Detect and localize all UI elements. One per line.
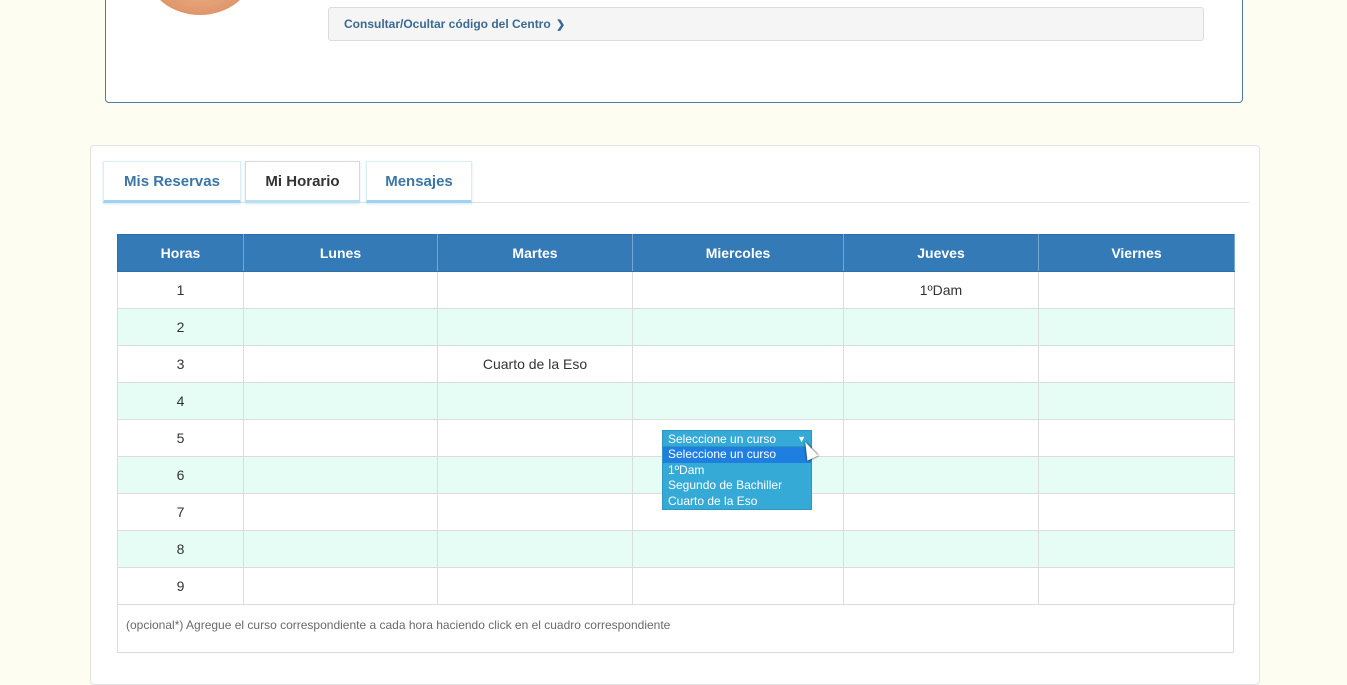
schedule-cell-martes[interactable] <box>437 271 633 309</box>
tab-mi-horario[interactable]: Mi Horario <box>245 161 360 203</box>
table-header-row: Horas Lunes Martes Miercoles Jueves Vier… <box>117 234 1235 272</box>
schedule-cell-lunes[interactable] <box>243 382 438 420</box>
schedule-cell-jueves[interactable] <box>843 456 1039 494</box>
schedule-help-note: (opcional*) Agregue el curso correspondi… <box>117 605 1234 653</box>
column-header-horas: Horas <box>117 234 244 272</box>
table-row: 1 1ºDam <box>117 271 1235 309</box>
table-row: 2 <box>117 308 1235 346</box>
tab-mis-reservas[interactable]: Mis Reservas <box>103 161 241 203</box>
schedule-cell-martes[interactable] <box>437 493 633 531</box>
schedule-cell-lunes[interactable] <box>243 456 438 494</box>
schedule-cell-jueves[interactable] <box>843 382 1039 420</box>
tab-mensajes[interactable]: Mensajes <box>366 161 472 203</box>
table-row: 3 Cuarto de la Eso <box>117 345 1235 383</box>
hour-cell: 5 <box>117 419 244 457</box>
table-row: 9 <box>117 567 1235 605</box>
toggle-center-code-link[interactable]: Consultar/Ocultar código del Centro ❯ <box>344 17 565 31</box>
column-header-viernes: Viernes <box>1038 234 1235 272</box>
schedule-cell-martes[interactable] <box>437 382 633 420</box>
schedule-cell-miercoles[interactable] <box>632 567 844 605</box>
column-header-jueves: Jueves <box>843 234 1039 272</box>
schedule-cell-miercoles[interactable] <box>632 345 844 383</box>
schedule-cell-viernes[interactable] <box>1038 530 1235 568</box>
schedule-cell-viernes[interactable] <box>1038 382 1235 420</box>
hour-cell: 4 <box>117 382 244 420</box>
schedule-cell-jueves[interactable] <box>843 308 1039 346</box>
schedule-cell-lunes[interactable] <box>243 271 438 309</box>
hour-cell: 9 <box>117 567 244 605</box>
schedule-cell-jueves[interactable] <box>843 567 1039 605</box>
schedule-table: Horas Lunes Martes Miercoles Jueves Vier… <box>117 234 1235 605</box>
course-options-list: Seleccione un curso 1ºDam Segundo de Bac… <box>662 447 812 510</box>
chevron-right-icon: ❯ <box>556 19 566 31</box>
hour-cell: 6 <box>117 456 244 494</box>
center-code-bar: Consultar/Ocultar código del Centro ❯ <box>328 7 1204 41</box>
schedule-cell-jueves[interactable] <box>843 345 1039 383</box>
course-select-current[interactable]: Seleccione un curso ▼ <box>662 430 812 447</box>
profile-panel: Consultar/Ocultar código del Centro ❯ <box>105 0 1243 103</box>
schedule-cell-viernes[interactable] <box>1038 308 1235 346</box>
schedule-cell-viernes[interactable] <box>1038 493 1235 531</box>
schedule-cell-martes[interactable] <box>437 530 633 568</box>
schedule-cell-miercoles[interactable] <box>632 308 844 346</box>
course-option[interactable]: Seleccione un curso <box>663 447 811 463</box>
schedule-cell-lunes[interactable] <box>243 308 438 346</box>
schedule-cell-jueves[interactable] <box>843 530 1039 568</box>
schedule-cell-lunes[interactable] <box>243 419 438 457</box>
column-header-miercoles: Miercoles <box>632 234 844 272</box>
course-select[interactable]: Seleccione un curso ▼ Seleccione un curs… <box>662 430 812 510</box>
schedule-cell-jueves[interactable] <box>843 493 1039 531</box>
hour-cell: 3 <box>117 345 244 383</box>
column-header-lunes: Lunes <box>243 234 438 272</box>
hour-cell: 1 <box>117 271 244 309</box>
table-row: 8 <box>117 530 1235 568</box>
hour-cell: 7 <box>117 493 244 531</box>
avatar <box>148 0 252 15</box>
course-option[interactable]: Cuarto de la Eso <box>663 494 811 510</box>
schedule-cell-viernes[interactable] <box>1038 419 1235 457</box>
schedule-cell-viernes[interactable] <box>1038 567 1235 605</box>
hour-cell: 2 <box>117 308 244 346</box>
course-option[interactable]: 1ºDam <box>663 463 811 479</box>
schedule-cell-jueves[interactable]: 1ºDam <box>843 271 1039 309</box>
schedule-cell-lunes[interactable] <box>243 530 438 568</box>
schedule-panel: Mis Reservas Mi Horario Mensajes Horas L… <box>90 145 1260 685</box>
course-option[interactable]: Segundo de Bachiller <box>663 478 811 494</box>
schedule-cell-martes[interactable] <box>437 456 633 494</box>
hour-cell: 8 <box>117 530 244 568</box>
schedule-cell-lunes[interactable] <box>243 493 438 531</box>
toggle-center-code-label: Consultar/Ocultar código del Centro <box>344 17 551 31</box>
schedule-cell-miercoles[interactable] <box>632 530 844 568</box>
schedule-cell-viernes[interactable] <box>1038 456 1235 494</box>
course-select-value: Seleccione un curso <box>668 432 777 446</box>
schedule-cell-martes[interactable] <box>437 419 633 457</box>
schedule-cell-viernes[interactable] <box>1038 345 1235 383</box>
schedule-cell-martes[interactable] <box>437 308 633 346</box>
column-header-martes: Martes <box>437 234 633 272</box>
schedule-cell-miercoles[interactable] <box>632 382 844 420</box>
schedule-cell-miercoles[interactable] <box>632 271 844 309</box>
schedule-cell-lunes[interactable] <box>243 345 438 383</box>
schedule-cell-viernes[interactable] <box>1038 271 1235 309</box>
table-row: 4 <box>117 382 1235 420</box>
schedule-cell-martes[interactable] <box>437 567 633 605</box>
schedule-cell-jueves[interactable] <box>843 419 1039 457</box>
schedule-cell-lunes[interactable] <box>243 567 438 605</box>
schedule-cell-martes[interactable]: Cuarto de la Eso <box>437 345 633 383</box>
